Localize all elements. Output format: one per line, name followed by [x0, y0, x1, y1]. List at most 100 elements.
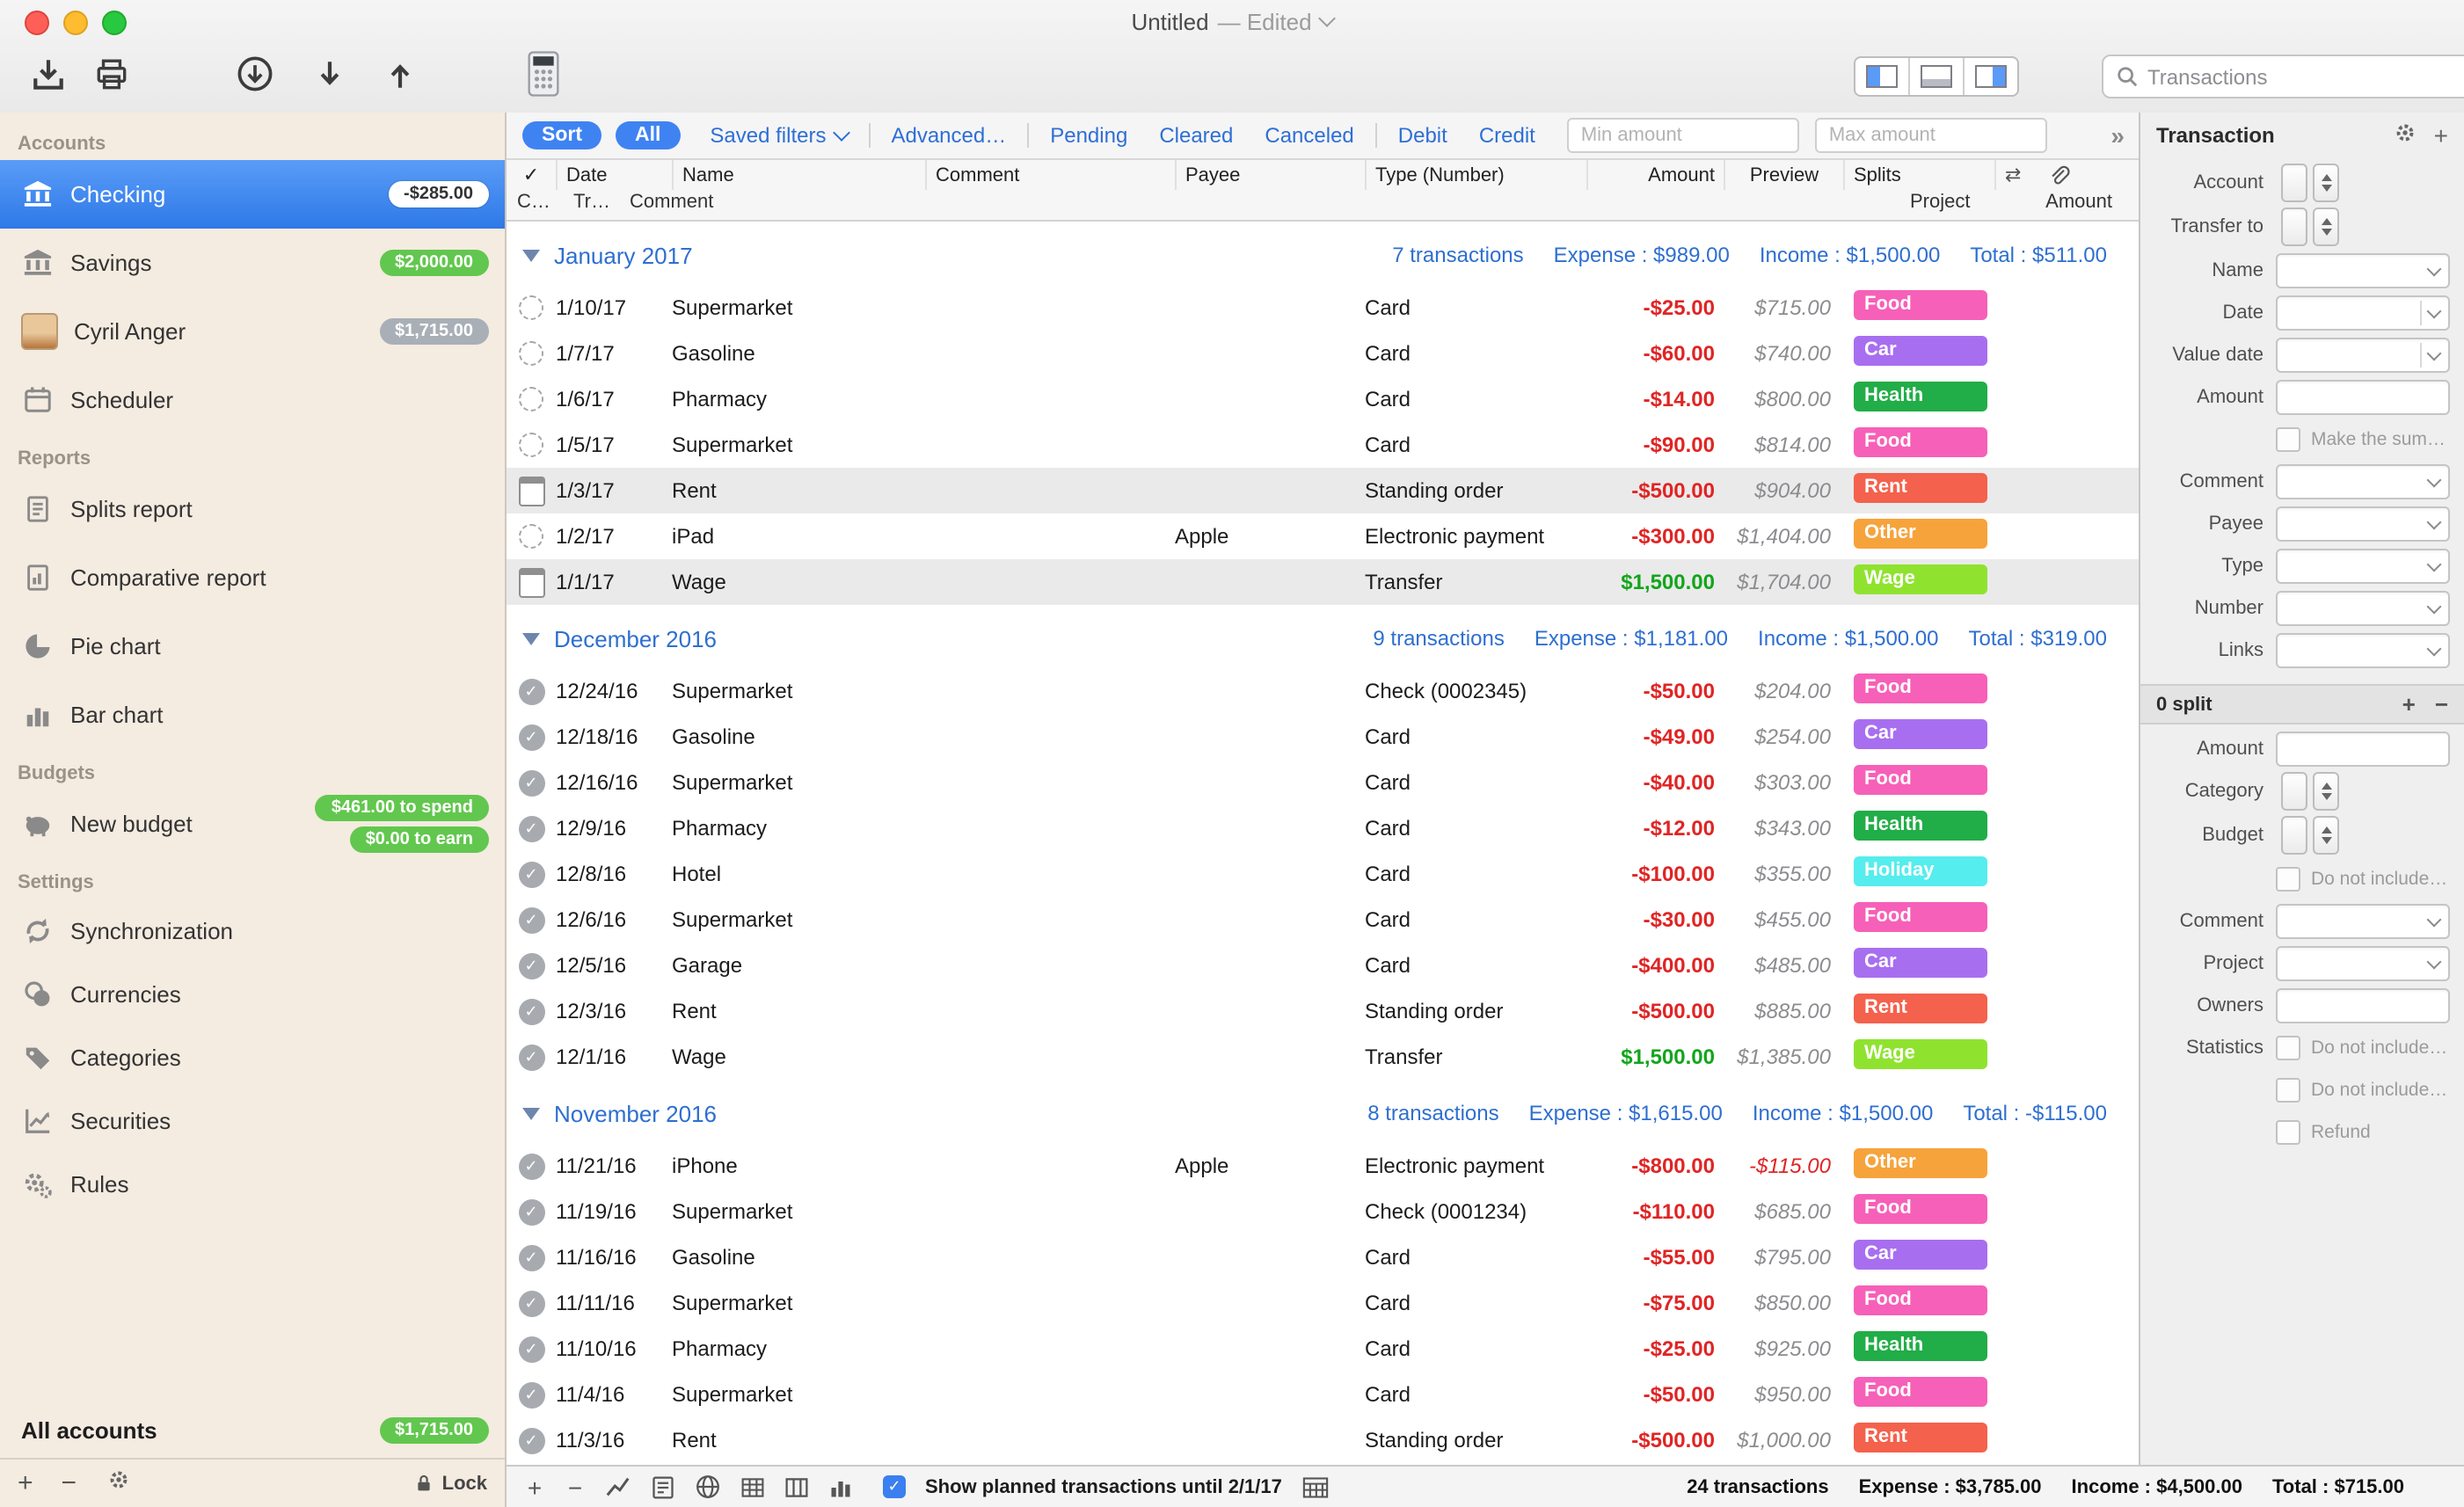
column-date[interactable]: Date [556, 160, 672, 190]
account-input[interactable] [2281, 164, 2307, 202]
budget-input[interactable] [2281, 816, 2307, 855]
download-circle-icon[interactable] [232, 49, 278, 98]
checkbox-do-not-include-in[interactable] [2276, 866, 2300, 891]
stepper-icon[interactable] [2313, 207, 2339, 246]
pending-icon[interactable] [519, 295, 543, 320]
sort-button[interactable]: Sort [522, 121, 601, 149]
inspector-gear-icon[interactable] [2392, 120, 2418, 151]
transaction-row[interactable]: ✓12/6/16SupermarketCard-$30.00$455.00Foo… [507, 897, 2140, 943]
stepper-icon[interactable] [2313, 772, 2339, 811]
sidebar-item-savings[interactable]: Savings$2,000.00 [0, 229, 505, 297]
saved-filters-dropdown[interactable]: Saved filters [710, 123, 847, 148]
transaction-row[interactable]: ✓12/5/16GarageCard-$400.00$485.00Car [507, 943, 2140, 988]
checkbox-make-the-sum-of[interactable] [2276, 426, 2300, 451]
disclosure-triangle-icon[interactable] [522, 1107, 540, 1119]
advanced-filter-link[interactable]: Advanced… [891, 123, 1006, 148]
calendar-grid-icon[interactable] [1301, 1474, 1330, 1499]
planned-icon[interactable] [518, 476, 544, 506]
pending-icon[interactable] [519, 341, 543, 366]
max-amount-input[interactable] [1815, 118, 2047, 153]
sidebar-item-checking[interactable]: Checking-$285.00 [0, 160, 505, 229]
stepper-icon[interactable] [2313, 164, 2339, 202]
category-tag[interactable]: Car [1854, 1240, 1987, 1270]
transaction-row[interactable]: 1/5/17SupermarketCard-$90.00$814.00Food [507, 422, 2140, 468]
number-input[interactable] [2276, 590, 2450, 625]
transaction-row[interactable]: 1/2/17iPadAppleElectronic payment-$300.0… [507, 513, 2140, 559]
transaction-row[interactable]: 1/10/17SupermarketCard-$25.00$715.00Food [507, 285, 2140, 331]
pending-icon[interactable] [519, 433, 543, 457]
filter-debit-link[interactable]: Debit [1398, 123, 1447, 148]
category-tag[interactable]: Food [1854, 427, 1987, 457]
column-comment[interactable]: Comment [925, 160, 1175, 190]
cleared-icon[interactable]: ✓ [518, 1290, 544, 1316]
column-sub-c[interactable]: C… [517, 192, 550, 213]
name-input[interactable] [2276, 252, 2450, 288]
filter-cleared-link[interactable]: Cleared [1159, 123, 1233, 148]
transaction-row[interactable]: ✓11/4/16SupermarketCard-$50.00$950.00Foo… [507, 1372, 2140, 1417]
project-input[interactable] [2276, 945, 2450, 980]
upload-icon[interactable] [376, 49, 422, 98]
cleared-icon[interactable]: ✓ [518, 724, 544, 750]
column-sub-amount[interactable]: Amount [2045, 192, 2112, 213]
pending-icon[interactable] [519, 524, 543, 549]
sidebar-item-currencies[interactable]: Currencies [0, 962, 505, 1025]
filter-all-button[interactable]: All [616, 121, 680, 149]
table-icon[interactable] [740, 1474, 765, 1499]
title-chevron-down-icon[interactable] [1318, 10, 1336, 27]
columns-icon[interactable] [784, 1474, 809, 1499]
toggle-right-panel-button[interactable] [1963, 58, 2017, 95]
cleared-icon[interactable]: ✓ [518, 678, 544, 704]
transaction-row[interactable]: 1/1/17WageTransfer$1,500.00$1,704.00Wage [507, 559, 2140, 605]
add-account-button[interactable]: + [18, 1468, 33, 1498]
transaction-row[interactable]: ✓12/1/16WageTransfer$1,500.00$1,385.00Wa… [507, 1034, 2140, 1080]
checkbox-refund[interactable] [2276, 1119, 2300, 1144]
category-tag[interactable]: Other [1854, 1148, 1987, 1178]
sidebar-item-scheduler[interactable]: Scheduler [0, 366, 505, 434]
remove-transaction-button[interactable]: − [565, 1473, 586, 1501]
add-transaction-button[interactable]: + [524, 1473, 545, 1501]
category-tag[interactable]: Food [1854, 673, 1987, 703]
account-actions-gear-icon[interactable] [105, 1467, 131, 1500]
filter-pending-link[interactable]: Pending [1050, 123, 1127, 148]
column-sub-tr[interactable]: Tr… [573, 192, 610, 213]
payee-input[interactable] [2276, 506, 2450, 541]
transfer-to-input[interactable] [2281, 207, 2307, 246]
planned-icon[interactable] [518, 567, 544, 597]
disclosure-triangle-icon[interactable] [522, 632, 540, 644]
checkbox-do-not-include-w[interactable] [2276, 1077, 2300, 1102]
category-tag[interactable]: Rent [1854, 473, 1987, 503]
owners-input[interactable] [2276, 987, 2450, 1023]
transaction-row[interactable]: ✓11/10/16PharmacyCard-$25.00$925.00Healt… [507, 1326, 2140, 1372]
sidebar-item-pie-chart[interactable]: Pie chart [0, 612, 505, 681]
sidebar-item-cyril-anger[interactable]: Cyril Anger$1,715.00 [0, 297, 505, 366]
pending-icon[interactable] [519, 387, 543, 411]
comment-input[interactable] [2276, 903, 2450, 938]
amount-input[interactable] [2276, 731, 2450, 766]
min-amount-input[interactable] [1567, 118, 1799, 153]
transaction-row[interactable]: ✓11/16/16GasolineCard-$55.00$795.00Car [507, 1234, 2140, 1280]
column-preview[interactable]: Preview [1724, 160, 1843, 190]
cleared-icon[interactable]: ✓ [518, 815, 544, 841]
disclosure-triangle-icon[interactable] [522, 249, 540, 261]
transaction-row[interactable]: ✓11/21/16iPhoneAppleElectronic payment-$… [507, 1143, 2140, 1189]
column-sub-comment[interactable]: Comment [630, 192, 713, 213]
category-tag[interactable]: Rent [1854, 994, 1987, 1023]
sidebar-item-splits-report[interactable]: Splits report [0, 475, 505, 543]
column-check[interactable]: ✓ [507, 160, 556, 190]
transaction-row[interactable]: 1/3/17RentStanding order-$500.00$904.00R… [507, 468, 2140, 513]
cleared-icon[interactable]: ✓ [518, 769, 544, 796]
cleared-icon[interactable]: ✓ [518, 1244, 544, 1270]
cleared-icon[interactable]: ✓ [518, 998, 544, 1024]
transaction-row[interactable]: ✓12/9/16PharmacyCard-$12.00$343.00Health [507, 805, 2140, 851]
cleared-icon[interactable]: ✓ [518, 952, 544, 979]
cleared-icon[interactable]: ✓ [518, 1153, 544, 1179]
category-tag[interactable]: Rent [1854, 1423, 1987, 1452]
stepper-icon[interactable] [2313, 816, 2339, 855]
category-tag[interactable]: Holiday [1854, 856, 1987, 886]
download-icon[interactable] [306, 49, 352, 98]
toggle-left-panel-button[interactable] [1855, 58, 1908, 95]
transaction-row[interactable]: 1/6/17PharmacyCard-$14.00$800.00Health [507, 376, 2140, 422]
more-filters-chevron-icon[interactable]: » [2110, 121, 2125, 149]
remove-split-button[interactable]: − [2435, 691, 2448, 717]
filter-credit-link[interactable]: Credit [1479, 123, 1535, 148]
